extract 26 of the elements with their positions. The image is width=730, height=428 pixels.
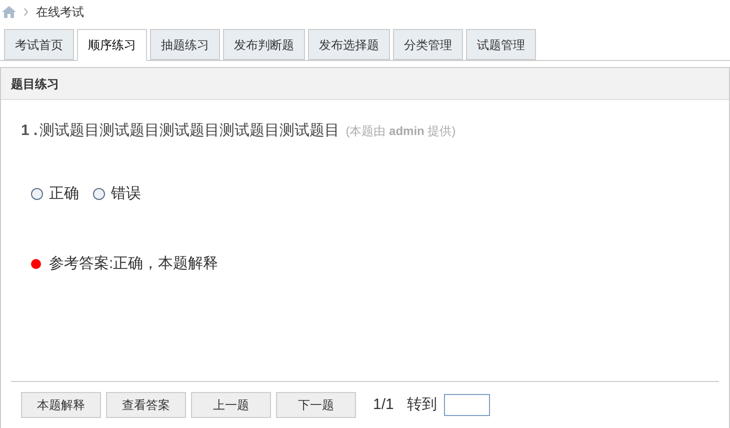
action-button[interactable]: 本题解释 [21,392,101,418]
option-label: 错误 [111,184,141,204]
tab[interactable]: 发布选择题 [308,29,390,60]
action-button[interactable]: 上一题 [191,392,271,418]
action-button[interactable]: 查看答案 [106,392,186,418]
tab[interactable]: 分类管理 [393,29,463,60]
page-position: 1/1 [373,394,394,415]
tab[interactable]: 考试首页 [4,29,74,60]
radio-button[interactable] [93,188,105,200]
chevron-icon [24,8,28,16]
option-label: 正确 [49,184,79,204]
bullet-icon [31,259,41,270]
tab[interactable]: 试题管理 [466,29,536,60]
page-input[interactable] [444,394,490,416]
tab[interactable]: 顺序练习 [77,29,147,61]
radio-button[interactable] [31,188,43,200]
panel-title: 题目练习 [11,76,59,92]
question-number: 1 . [21,121,38,141]
question-note: (本题由 admin 提供) [346,123,456,140]
breadcrumb-current: 在线考试 [36,4,84,21]
question-text: 测试题目测试题目测试题目测试题目测试题目 [40,121,340,141]
tab[interactable]: 发布判断题 [223,29,305,60]
goto-label: 转到 [406,394,437,415]
tab[interactable]: 抽题练习 [150,29,220,60]
action-button[interactable]: 下一题 [276,392,356,418]
answer-text: 参考答案:正确，本题解释 [49,254,218,274]
